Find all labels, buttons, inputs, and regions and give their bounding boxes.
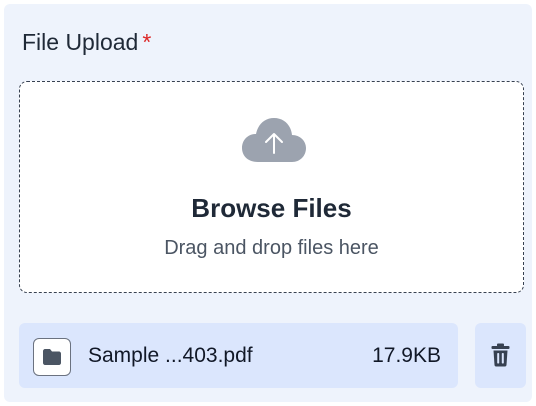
uploaded-file-row: Sample ...403.pdf 17.9KB xyxy=(19,323,458,388)
dropzone-hint: Drag and drop files here xyxy=(164,237,379,259)
file-size: 17.9KB xyxy=(372,344,441,367)
required-marker: * xyxy=(142,29,152,55)
browse-files-title[interactable]: Browse Files xyxy=(19,192,524,224)
file-type-box xyxy=(33,338,71,376)
file-upload-label: File Upload * xyxy=(22,28,151,56)
cloud-upload-icon xyxy=(242,118,306,162)
trash-icon xyxy=(491,343,510,367)
file-upload-label-text: File Upload xyxy=(22,29,139,55)
delete-file-button[interactable] xyxy=(475,323,526,388)
file-name: Sample ...403.pdf xyxy=(88,344,253,367)
folder-icon xyxy=(43,349,61,365)
file-dropzone[interactable] xyxy=(19,81,524,293)
